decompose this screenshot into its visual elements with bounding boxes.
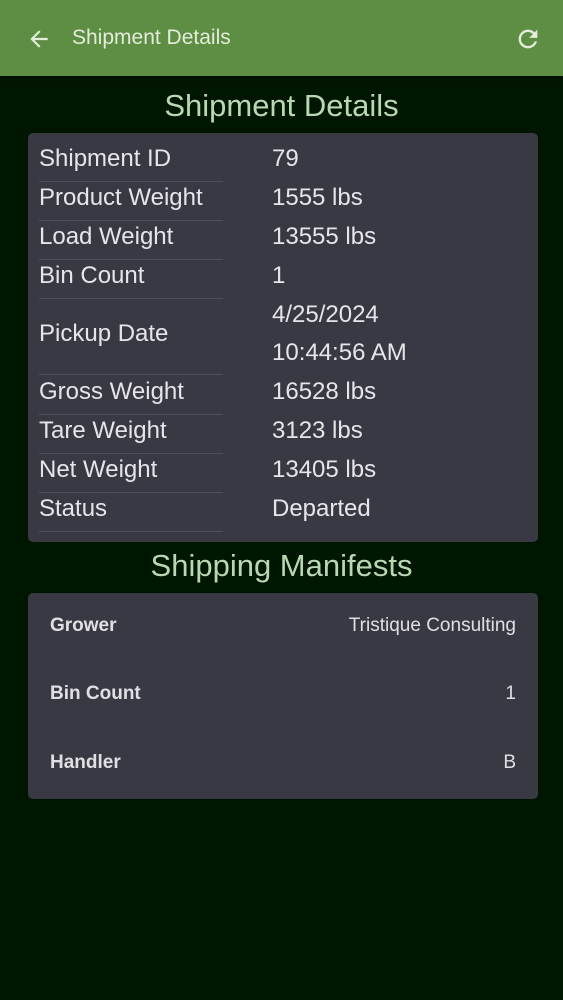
manifest-row-grower: Grower Tristique Consulting [50, 615, 516, 645]
shipment-details-card: Shipment ID 79 Product Weight 1555 lbs L… [28, 133, 538, 542]
manifest-row-handler: Handler B [50, 752, 516, 782]
detail-label: Pickup Date [39, 301, 223, 375]
manifest-value: 1 [505, 683, 516, 704]
shipping-manifest-card[interactable]: Grower Tristique Consulting Bin Count 1 … [28, 593, 538, 799]
detail-value: Departed [272, 495, 371, 522]
manifest-label: Bin Count [50, 683, 141, 704]
detail-label: Shipment ID [39, 145, 223, 182]
app-bar: Shipment Details [0, 0, 563, 76]
shipment-details-heading: Shipment Details [164, 88, 399, 123]
detail-value: 3123 lbs [272, 417, 363, 444]
shipping-manifests-heading: Shipping Manifests [150, 548, 413, 583]
detail-label: Load Weight [39, 223, 223, 260]
arrow-left-icon [30, 30, 48, 48]
detail-label: Status [39, 495, 223, 532]
detail-value: 13405 lbs [272, 456, 377, 483]
detail-value: 1555 lbs [272, 184, 363, 211]
detail-label: Net Weight [39, 456, 223, 493]
manifest-label: Grower [50, 615, 117, 636]
detail-value-date: 4/25/2024 [272, 301, 379, 328]
detail-label: Tare Weight [39, 417, 223, 454]
manifest-label: Handler [50, 752, 121, 773]
back-button[interactable] [22, 22, 56, 56]
manifest-value: Tristique Consulting [348, 615, 516, 636]
app-bar-title: Shipment Details [72, 26, 231, 49]
detail-value: 16528 lbs [272, 378, 377, 405]
detail-label: Gross Weight [39, 378, 223, 415]
refresh-button[interactable] [511, 22, 545, 56]
detail-value: 79 [272, 145, 299, 172]
detail-label: Product Weight [39, 184, 223, 221]
detail-value-time: 10:44:56 AM [272, 339, 407, 366]
detail-value: 13555 lbs [272, 223, 377, 250]
detail-label: Bin Count [39, 262, 223, 299]
manifest-value: B [503, 752, 516, 773]
refresh-icon [518, 29, 538, 49]
manifest-row-bin-count: Bin Count 1 [50, 683, 516, 713]
detail-value: 1 [272, 262, 286, 289]
